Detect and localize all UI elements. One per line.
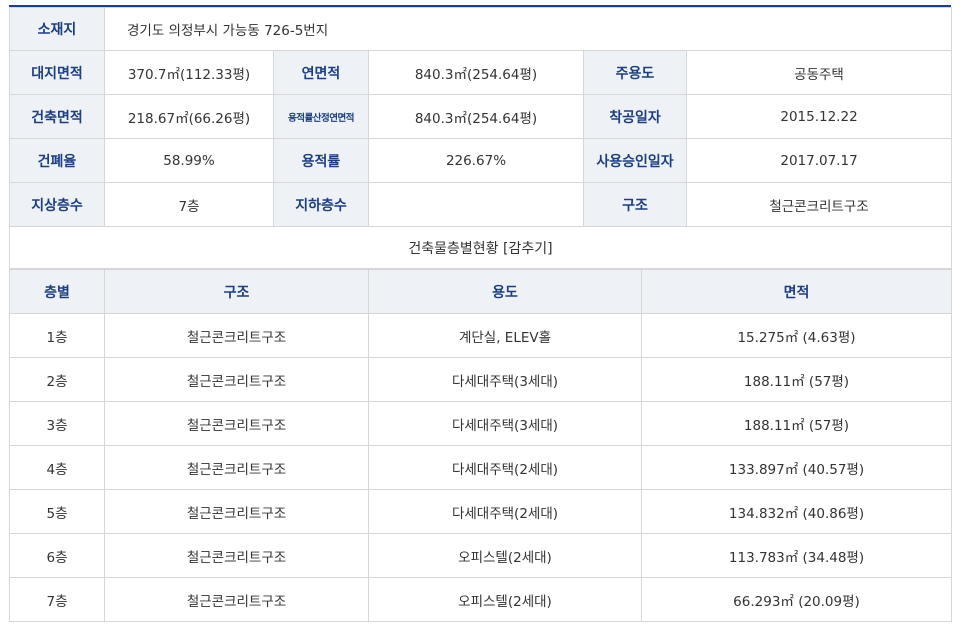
structure-value: 철근콘크리트구조 [685,182,953,227]
site-area-value: 370.7㎡(112.33평) [104,50,274,95]
floor-cell: 1층 [9,313,105,358]
site-area-label: 대지면적 [9,50,105,95]
structure-cell: 철근콘크리트구조 [104,533,369,578]
floor-cell: 3층 [9,401,105,446]
building-info-table: 소재지 경기도 의정부시 가능동 726-5번지 대지면적 370.7㎡(112… [8,7,953,269]
table-row: 2층 철근콘크리트구조 다세대주택(3세대) 188.11㎡ (57평) [9,357,952,402]
floor-cell: 7층 [9,577,105,622]
use-cell: 오피스텔(2세대) [368,533,642,578]
header-area: 면적 [641,269,952,314]
building-area-label: 건축면적 [9,94,105,139]
address-value: 경기도 의정부시 가능동 726-5번지 [103,7,953,51]
use-cell: 다세대주택(3세대) [368,357,642,402]
floor-section-row: 건축물층별현황 [감추기] [8,226,953,269]
use-cell: 계단실, ELEV홀 [368,313,642,358]
header-floor: 층별 [9,269,105,314]
info-row: 건축면적 218.67㎡(66.26평) 용적률산정연면적 840.3㎡(254… [9,94,953,139]
area-cell: 15.275㎡ (4.63평) [641,313,952,358]
area-cell: 134.832㎡ (40.86평) [641,489,952,534]
far-floor-area-value: 840.3㎡(254.64평) [368,94,584,139]
approval-date-value: 2017.07.17 [685,138,953,183]
table-row: 5층 철근콘크리트구조 다세대주택(2세대) 134.832㎡ (40.86평) [9,489,952,534]
use-cell: 다세대주택(2세대) [368,489,642,534]
building-info-panel: 소재지 경기도 의정부시 가능동 726-5번지 대지면적 370.7㎡(112… [8,5,953,622]
floor-cell: 4층 [9,445,105,490]
approval-date-label: 사용승인일자 [583,138,687,183]
header-use: 용도 [368,269,642,314]
info-row: 대지면적 370.7㎡(112.33평) 연면적 840.3㎡(254.64평)… [9,50,953,95]
coverage-ratio-label: 건폐율 [9,138,105,183]
area-cell: 188.11㎡ (57평) [641,357,952,402]
area-cell: 133.897㎡ (40.57평) [641,445,952,490]
structure-label: 구조 [583,182,687,227]
floor-table: 층별 구조 용도 면적 1층 철근콘크리트구조 계단실, ELEV홀 15.275㎡ … [9,269,952,622]
address-row: 소재지 경기도 의정부시 가능동 726-5번지 [9,7,953,51]
building-area-value: 218.67㎡(66.26평) [104,94,274,139]
floor-cell: 5층 [9,489,105,534]
table-row: 7층 철근콘크리트구조 오피스텔(2세대) 66.293㎡ (20.09평) [9,577,952,622]
floor-section-toggle[interactable]: 건축물층별현황 [감추기] [8,226,953,269]
info-row: 지상층수 7층 지하층수 구조 철근콘크리트구조 [9,182,953,227]
floor-cell: 6층 [9,533,105,578]
table-row: 6층 철근콘크리트구조 오피스텔(2세대) 113.783㎡ (34.48평) [9,533,952,578]
structure-cell: 철근콘크리트구조 [104,489,369,534]
floor-area-ratio-value: 226.67% [368,138,584,183]
total-floor-area-value: 840.3㎡(254.64평) [368,50,584,95]
address-label: 소재지 [9,7,105,51]
floor-cell: 2층 [9,357,105,402]
structure-cell: 철근콘크리트구조 [104,401,369,446]
main-use-label: 주용도 [583,50,687,95]
below-floors-value [368,182,584,227]
structure-cell: 철근콘크리트구조 [104,313,369,358]
use-cell: 오피스텔(2세대) [368,577,642,622]
floor-area-ratio-label: 용적률 [273,138,369,183]
structure-cell: 철근콘크리트구조 [104,577,369,622]
area-cell: 66.293㎡ (20.09평) [641,577,952,622]
construction-start-label: 착공일자 [583,94,687,139]
table-row: 4층 철근콘크리트구조 다세대주택(2세대) 133.897㎡ (40.57평) [9,445,952,490]
use-cell: 다세대주택(3세대) [368,401,642,446]
above-floors-value: 7층 [104,182,274,227]
info-row: 건폐율 58.99% 용적률 226.67% 사용승인일자 2017.07.17 [9,138,953,183]
coverage-ratio-value: 58.99% [104,138,274,183]
below-floors-label: 지하층수 [273,182,369,227]
floor-table-header: 층별 구조 용도 면적 [9,269,952,314]
above-floors-label: 지상층수 [9,182,105,227]
structure-cell: 철근콘크리트구조 [104,445,369,490]
total-floor-area-label: 연면적 [273,50,369,95]
area-cell: 188.11㎡ (57평) [641,401,952,446]
area-cell: 113.783㎡ (34.48평) [641,533,952,578]
construction-start-value: 2015.12.22 [685,94,953,139]
table-row: 1층 철근콘크리트구조 계단실, ELEV홀 15.275㎡ (4.63평) [9,313,952,358]
main-use-value: 공동주택 [685,50,953,95]
header-structure: 구조 [104,269,369,314]
use-cell: 다세대주택(2세대) [368,445,642,490]
table-row: 3층 철근콘크리트구조 다세대주택(3세대) 188.11㎡ (57평) [9,401,952,446]
structure-cell: 철근콘크리트구조 [104,357,369,402]
far-floor-area-label: 용적률산정연면적 [273,94,369,139]
